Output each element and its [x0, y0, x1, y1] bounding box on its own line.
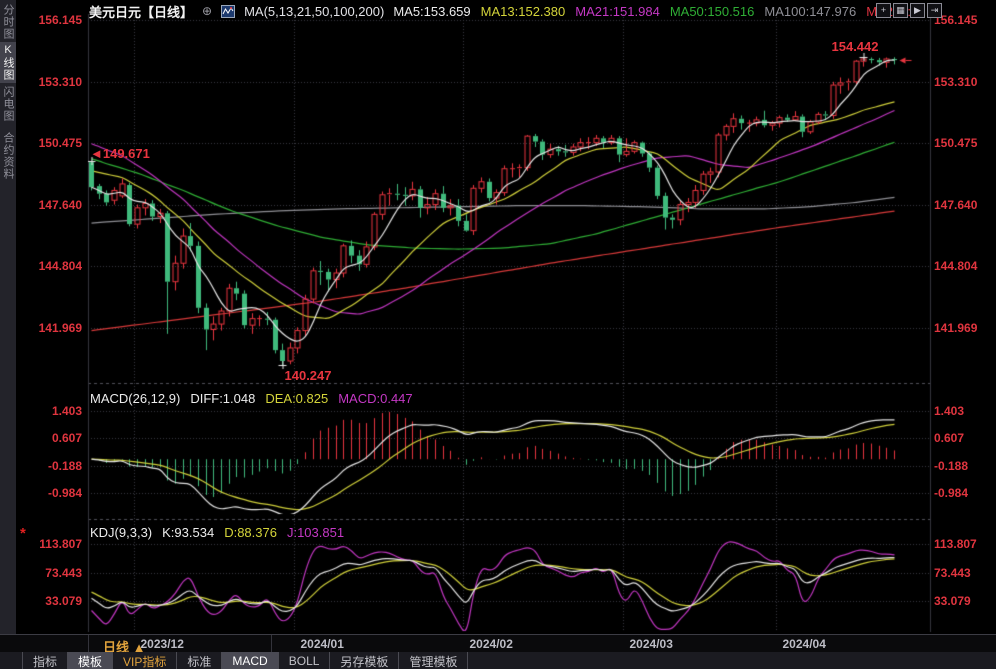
collapse-icon[interactable]: ⊕: [202, 4, 212, 18]
axis-tick-label: 150.475: [18, 136, 82, 150]
chart-header: 美元日元【日线】 ⊕ MA(5,13,21,50,100,200) MA5:15…: [89, 3, 911, 19]
axis-tick-label: 144.804: [18, 259, 82, 273]
sidebar-item-2[interactable]: K线图: [0, 42, 16, 83]
axis-tick-label: 113.807: [934, 537, 977, 551]
axis-tick-label: 141.969: [18, 321, 82, 335]
axis-tick-label: 0.607: [18, 431, 82, 445]
indicator-value-label: DEA:0.825: [265, 391, 328, 406]
axis-tick-label: 150.475: [934, 136, 977, 150]
indicator-value-label: K:93.534: [162, 525, 214, 540]
axis-tick-label: 144.804: [934, 259, 977, 273]
axis-tick-label: -0.984: [18, 486, 82, 500]
sidebar-item-3[interactable]: 闪电图: [0, 84, 16, 124]
axis-tick-label: 33.079: [18, 594, 82, 608]
axis-tick-label: 1.403: [18, 404, 82, 418]
ma-value-label: MA21:151.984: [575, 4, 660, 19]
ma-value-label: MA100:147.976: [764, 4, 856, 19]
time-axis-row: 日线 ▲ 2023/122024/012024/022024/032024/04: [0, 634, 996, 653]
month-label: 2024/04: [783, 637, 826, 651]
symbol-title: 美元日元【日线】: [89, 2, 193, 21]
axis-tick-label: -0.188: [18, 459, 82, 473]
bottom-tab-2[interactable]: 模板: [68, 652, 113, 669]
trading-app-window: 分时图K线图闪电图合约资料 美元日元【日线】 ⊕ MA(5,13,21,50,1…: [0, 0, 996, 669]
axis-tick-label: -0.188: [934, 459, 968, 473]
axis-tick-label: 153.310: [934, 75, 977, 89]
bottom-tab-1[interactable]: 指标: [22, 652, 68, 669]
indicator-value-label: MACD(26,12,9): [90, 391, 180, 406]
month-label: 2023/12: [141, 637, 184, 651]
ma-value-label: MA5:153.659: [393, 4, 470, 19]
bottom-tab-6[interactable]: BOLL: [279, 652, 331, 669]
axis-tick-label: 147.640: [934, 198, 977, 212]
candlestick-chart-canvas[interactable]: [0, 0, 996, 669]
bottom-tab-5[interactable]: MACD: [222, 652, 278, 669]
axis-tick-label: 0.607: [934, 431, 964, 445]
price-annotation: ◄149.671: [90, 146, 150, 161]
sidebar-item-1[interactable]: 分时图: [0, 2, 16, 42]
ma-value-label: MA13:152.380: [481, 4, 566, 19]
bottom-tab-8[interactable]: 管理模板: [399, 652, 468, 669]
indicator-value-label: KDJ(9,3,3): [90, 525, 152, 540]
axis-tick-label: 141.969: [934, 321, 977, 335]
play-panel-icon[interactable]: ▶: [910, 3, 925, 18]
ma-settings-label: MA(5,13,21,50,100,200): [244, 4, 384, 19]
indicator-value-label: D:88.376: [224, 525, 277, 540]
axis-tick-label: 147.640: [18, 198, 82, 212]
axis-tick-label: 156.145: [18, 13, 82, 27]
price-annotation: 154.442: [832, 39, 879, 54]
shift-right-icon[interactable]: ⇥: [927, 3, 942, 18]
crosshair-icon[interactable]: +: [876, 3, 891, 18]
alarm-icon[interactable]: *: [20, 525, 26, 542]
axis-tick-label: 73.443: [18, 566, 82, 580]
indicator-value-label: DIFF:1.048: [190, 391, 255, 406]
axis-tick-label: -0.984: [934, 486, 968, 500]
bottom-tab-4[interactable]: 标准: [177, 652, 222, 669]
indicator-value-label: MACD:0.447: [338, 391, 412, 406]
kdj-indicator-header: KDJ(9,3,3) K:93.534 D:88.376 J:103.851: [90, 525, 344, 540]
axis-tick-label: 113.807: [18, 537, 82, 551]
month-label: 2024/01: [301, 637, 344, 651]
mini-chart-icon[interactable]: [221, 5, 235, 18]
bottom-tab-bar: 指标模板VIP指标标准MACDBOLL另存模板管理模板: [0, 652, 996, 669]
ma-values: MA5:153.659 MA13:152.380 MA21:151.984 MA50:…: [393, 4, 911, 19]
axis-tick-label: 153.310: [18, 75, 82, 89]
month-label: 2024/02: [470, 637, 513, 651]
month-label: 2024/03: [630, 637, 673, 651]
bottom-tab-7[interactable]: 另存模板: [330, 652, 399, 669]
axis-tick-label: 1.403: [934, 404, 964, 418]
panel-layout-icon[interactable]: ▦: [893, 3, 908, 18]
macd-indicator-header: MACD(26,12,9) DIFF:1.048 DEA:0.825 MACD:0.4…: [90, 391, 413, 406]
ma-value-label: MA50:150.516: [670, 4, 755, 19]
left-sidebar: 分时图K线图闪电图合约资料: [0, 0, 17, 634]
axis-tick-label: 33.079: [934, 594, 971, 608]
price-annotation: 140.247: [285, 368, 332, 383]
sidebar-item-4[interactable]: 合约资料: [0, 130, 16, 182]
chart-toolbar: +▦▶⇥: [876, 3, 942, 18]
indicator-value-label: J:103.851: [287, 525, 344, 540]
bottom-tab-3[interactable]: VIP指标: [113, 652, 177, 669]
axis-tick-label: 73.443: [934, 566, 971, 580]
